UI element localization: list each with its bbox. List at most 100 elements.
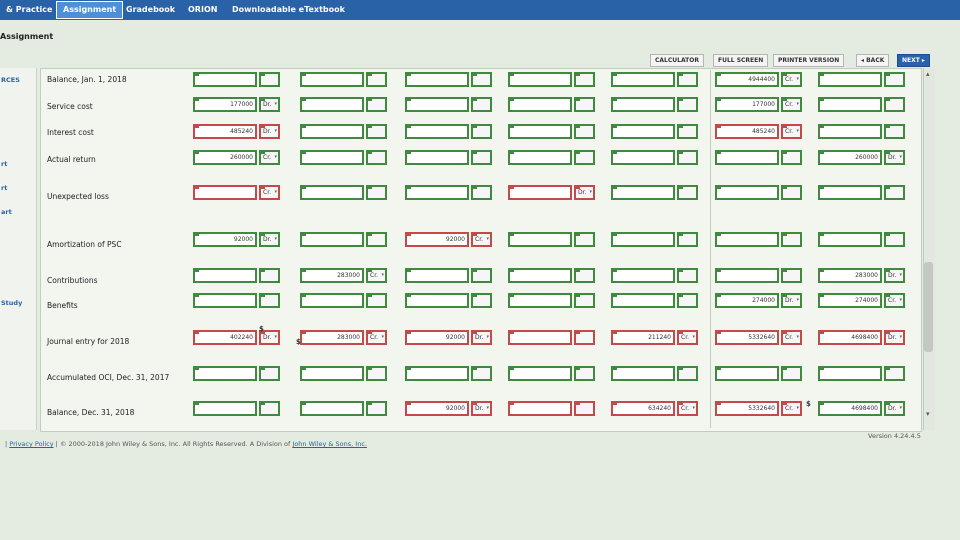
amount-input[interactable]: ✓ (405, 150, 469, 165)
tab-assignment[interactable]: Assignment (56, 1, 124, 19)
amount-input[interactable]: × 634240 (611, 401, 675, 416)
dr-cr-select[interactable]: ✓ Dr. ▾ (884, 401, 905, 416)
amount-input[interactable]: × (508, 330, 572, 345)
amount-input[interactable]: ✓ (611, 268, 675, 283)
amount-input[interactable]: ✓ (611, 293, 675, 308)
dr-cr-select[interactable]: ✓ (884, 72, 905, 87)
amount-input[interactable]: ✓ (300, 72, 364, 87)
amount-input[interactable]: ✓ (405, 97, 469, 112)
dr-cr-select[interactable]: ✓ (781, 366, 802, 381)
amount-input[interactable]: × 5332640 (715, 330, 779, 345)
dr-cr-select[interactable]: ✓ (471, 185, 492, 200)
amount-input[interactable]: × 283000 (300, 330, 364, 345)
amount-input[interactable]: ✓ (508, 72, 572, 87)
amount-input[interactable]: ✓ (300, 150, 364, 165)
amount-input[interactable]: ✓ (818, 97, 882, 112)
dr-cr-select[interactable]: ✓ Dr. ▾ (884, 150, 905, 165)
dr-cr-select[interactable]: × Cr. ▾ (366, 330, 387, 345)
amount-input[interactable]: ✓ (611, 366, 675, 381)
amount-input[interactable]: ✓ (818, 124, 882, 139)
dr-cr-select[interactable]: ✓ (884, 97, 905, 112)
dr-cr-select[interactable]: ✓ Dr. ▾ (259, 97, 280, 112)
amount-input[interactable]: ✓ (818, 72, 882, 87)
amount-input[interactable]: × (508, 185, 572, 200)
amount-input[interactable]: ✓ (193, 401, 257, 416)
dr-cr-select[interactable]: ✓ (574, 232, 595, 247)
dr-cr-select[interactable]: ✓ (677, 293, 698, 308)
amount-input[interactable]: ✓ 4944400 (715, 72, 779, 87)
dr-cr-select[interactable]: ✓ (366, 366, 387, 381)
dr-cr-select[interactable]: ✓ (884, 232, 905, 247)
amount-input[interactable]: × 92000 (405, 330, 469, 345)
dr-cr-select[interactable]: × Cr. ▾ (677, 330, 698, 345)
dr-cr-select[interactable]: ✓ (366, 72, 387, 87)
calculator-button[interactable]: CALCULATOR (650, 54, 704, 67)
amount-input[interactable]: × 92000 (405, 232, 469, 247)
company-link[interactable]: John Wiley & Sons, Inc. (292, 440, 367, 448)
tab-orion[interactable]: ORION (182, 2, 223, 18)
dr-cr-select[interactable]: ✓ (471, 97, 492, 112)
amount-input[interactable]: ✓ 260000 (818, 150, 882, 165)
dr-cr-select[interactable]: ✓ (677, 150, 698, 165)
dr-cr-select[interactable]: ✓ (259, 366, 280, 381)
dr-cr-select[interactable]: × Dr. ▾ (259, 124, 280, 139)
amount-input[interactable]: ✓ (508, 124, 572, 139)
vertical-scrollbar[interactable] (923, 68, 935, 430)
amount-input[interactable]: ✓ (193, 366, 257, 381)
dr-cr-select[interactable]: ✓ (781, 232, 802, 247)
dr-cr-select[interactable]: ✓ (366, 185, 387, 200)
dr-cr-select[interactable]: ✓ Cr. ▾ (366, 268, 387, 283)
amount-input[interactable]: ✓ (300, 232, 364, 247)
dr-cr-select[interactable]: ✓ (677, 97, 698, 112)
dr-cr-select[interactable]: ✓ (574, 97, 595, 112)
amount-input[interactable]: ✓ (508, 97, 572, 112)
amount-input[interactable]: ✓ (611, 124, 675, 139)
dr-cr-select[interactable]: ✓ (677, 185, 698, 200)
dr-cr-select[interactable]: × Dr. ▾ (471, 330, 492, 345)
dr-cr-select[interactable]: ✓ Dr. ▾ (781, 293, 802, 308)
dr-cr-select[interactable]: ✓ Cr. ▾ (259, 150, 280, 165)
amount-input[interactable]: ✓ (611, 97, 675, 112)
dr-cr-select[interactable]: ✓ (677, 72, 698, 87)
amount-input[interactable]: ✓ (715, 268, 779, 283)
amount-input[interactable]: ✓ (193, 72, 257, 87)
amount-input[interactable]: ✓ (715, 232, 779, 247)
amount-input[interactable]: ✓ (300, 293, 364, 308)
dr-cr-select[interactable]: ✓ (677, 124, 698, 139)
amount-input[interactable]: ✓ (193, 268, 257, 283)
dr-cr-select[interactable]: ✓ (366, 293, 387, 308)
amount-input[interactable]: ✓ (611, 185, 675, 200)
dr-cr-select[interactable]: ✓ (574, 268, 595, 283)
amount-input[interactable]: ✓ (193, 293, 257, 308)
amount-input[interactable]: ✓ (715, 150, 779, 165)
amount-input[interactable]: ✓ 283000 (300, 268, 364, 283)
dr-cr-select[interactable]: ✓ (259, 401, 280, 416)
dr-cr-select[interactable]: × Cr. ▾ (677, 401, 698, 416)
dr-cr-select[interactable]: ✓ (471, 293, 492, 308)
dr-cr-select[interactable]: × Dr. ▾ (471, 401, 492, 416)
amount-input[interactable]: ✓ (405, 124, 469, 139)
amount-input[interactable]: ✓ 283000 (818, 268, 882, 283)
amount-input[interactable]: × 485240 (715, 124, 779, 139)
amount-input[interactable]: ✓ (818, 185, 882, 200)
amount-input[interactable]: ✓ (300, 97, 364, 112)
dr-cr-select[interactable]: ✓ (781, 185, 802, 200)
printer-version-button[interactable]: PRINTER VERSION (773, 54, 845, 67)
dr-cr-select[interactable]: ✓ (574, 124, 595, 139)
scroll-down-icon[interactable]: ▾ (926, 410, 930, 418)
amount-input[interactable]: × 92000 (405, 401, 469, 416)
dr-cr-select[interactable]: ✓ (259, 72, 280, 87)
amount-input[interactable]: ✓ 274000 (818, 293, 882, 308)
dr-cr-select[interactable]: ✓ (574, 293, 595, 308)
amount-input[interactable]: ✓ (405, 72, 469, 87)
dr-cr-select[interactable]: ✓ Cr. ▾ (781, 72, 802, 87)
amount-input[interactable]: ✓ (405, 268, 469, 283)
dr-cr-select[interactable]: ✓ (366, 150, 387, 165)
dr-cr-select[interactable]: ✓ (884, 366, 905, 381)
amount-input[interactable]: ✓ (300, 185, 364, 200)
dr-cr-select[interactable]: × Cr. ▾ (259, 185, 280, 200)
amount-input[interactable]: ✓ (611, 72, 675, 87)
dr-cr-select[interactable]: ✓ (471, 124, 492, 139)
dr-cr-select[interactable]: ✓ (884, 185, 905, 200)
sidebar-item-resources[interactable]: RCES (1, 76, 20, 84)
